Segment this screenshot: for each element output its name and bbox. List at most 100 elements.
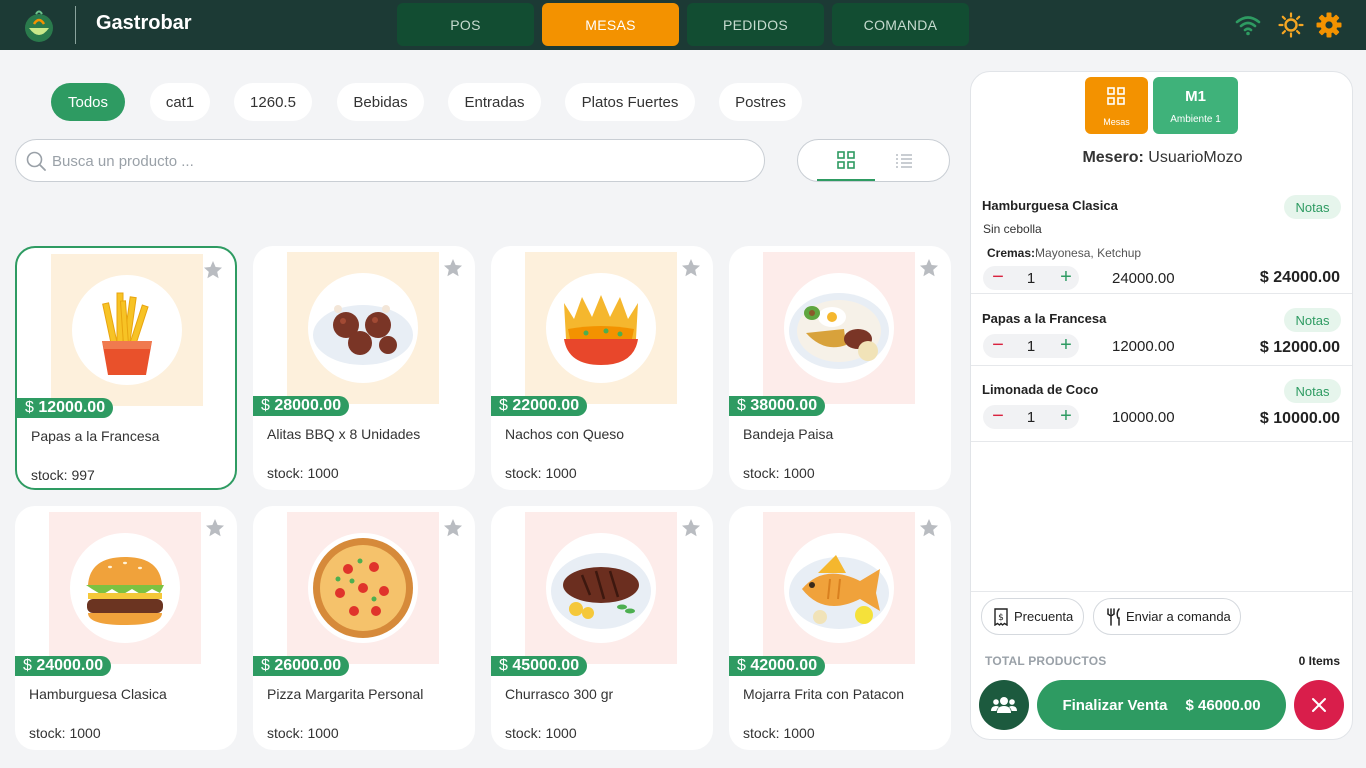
finalize-sale-label: Finalizar Venta <box>1062 696 1168 714</box>
product-price: $ 28000.00 <box>253 396 350 416</box>
order-item-unit-price: 24000.00 <box>1112 270 1175 287</box>
order-panel: Mesas M1 Ambiente 1 Mesero: UsuarioMozo … <box>970 71 1353 740</box>
favorite-star-icon[interactable] <box>443 258 463 278</box>
waiter-name: UsuarioMozo <box>1148 149 1243 166</box>
product-name: Nachos con Queso <box>505 426 625 442</box>
decrease-quantity-button[interactable]: − <box>989 334 1007 358</box>
quantity-stepper: − 1 + <box>983 266 1079 290</box>
decrease-quantity-button[interactable]: − <box>989 405 1007 429</box>
category-cat1[interactable]: cat1 <box>150 83 210 121</box>
product-card[interactable]: $ 45000.00 Churrasco 300 gr stock: 1000 <box>491 506 713 750</box>
table-environment: Ambiente 1 <box>1170 114 1221 125</box>
nav-tab-comanda[interactable]: COMANDA <box>832 3 969 46</box>
gear-icon[interactable] <box>1316 12 1342 38</box>
product-image <box>308 273 418 383</box>
product-image <box>546 533 656 643</box>
order-item-cremas: Cremas:Mayonesa, Ketchup <box>987 246 1142 260</box>
favorite-star-icon[interactable] <box>203 260 223 280</box>
category-bebidas[interactable]: Bebidas <box>337 83 424 121</box>
favorite-star-icon[interactable] <box>919 258 939 278</box>
send-to-kitchen-button[interactable]: Enviar a comanda <box>1093 598 1241 635</box>
product-card[interactable]: $ 24000.00 Hamburguesa Clasica stock: 10… <box>15 506 237 750</box>
product-card[interactable]: $ 28000.00 Alitas BBQ x 8 Unidades stock… <box>253 246 475 490</box>
product-name: Churrasco 300 gr <box>505 686 614 702</box>
precuenta-button[interactable]: $ Precuenta <box>981 598 1084 635</box>
product-stock: stock: 1000 <box>267 725 339 741</box>
top-bar: Gastrobar POS MESAS PEDIDOS COMANDA <box>0 0 1366 50</box>
product-price: $ 12000.00 <box>17 398 114 418</box>
product-price: $ 45000.00 <box>491 656 588 676</box>
mesas-button[interactable]: Mesas <box>1085 77 1148 134</box>
product-image <box>72 275 182 385</box>
logo-divider <box>75 6 76 44</box>
table-selector-button[interactable]: M1 Ambiente 1 <box>1153 77 1238 134</box>
product-card[interactable]: $ 38000.00 Bandeja Paisa stock: 1000 <box>729 246 951 490</box>
category-1260-5[interactable]: 1260.5 <box>234 83 312 121</box>
category-platos-fuertes[interactable]: Platos Fuertes <box>565 83 695 121</box>
waiter-label: Mesero: <box>1082 149 1144 166</box>
nav-tab-mesas[interactable]: MESAS <box>542 3 679 46</box>
product-stock: stock: 1000 <box>29 725 101 741</box>
search-input[interactable] <box>52 148 742 174</box>
nachos-icon <box>564 295 638 365</box>
svg-text:$: $ <box>998 613 1004 623</box>
increase-quantity-button[interactable]: + <box>1057 266 1075 290</box>
cancel-order-button[interactable] <box>1294 680 1344 730</box>
list-icon <box>896 153 912 168</box>
customers-button[interactable] <box>979 680 1029 730</box>
notes-button[interactable]: Notas <box>1284 308 1341 332</box>
product-stock: stock: 997 <box>31 467 95 483</box>
product-image-bg <box>287 252 439 404</box>
product-card[interactable]: $ 26000.00 Pizza Margarita Personal stoc… <box>253 506 475 750</box>
category-postres[interactable]: Postres <box>719 83 802 121</box>
brand-name: Gastrobar <box>96 12 192 34</box>
product-stock: stock: 1000 <box>743 725 815 741</box>
quantity-value: 1 <box>1026 270 1036 287</box>
category-todos[interactable]: Todos <box>51 83 125 121</box>
product-price: $ 42000.00 <box>729 656 826 676</box>
favorite-star-icon[interactable] <box>681 258 701 278</box>
category-entradas[interactable]: Entradas <box>448 83 541 121</box>
notes-button[interactable]: Notas <box>1284 379 1341 403</box>
product-stock: stock: 1000 <box>267 465 339 481</box>
precuenta-label: Precuenta <box>1014 609 1074 624</box>
sun-icon[interactable] <box>1278 12 1304 38</box>
fries-icon <box>102 292 152 375</box>
wifi-icon[interactable] <box>1235 12 1261 38</box>
decrease-quantity-button[interactable]: − <box>989 266 1007 290</box>
table-code: M1 <box>1185 88 1206 105</box>
pizza-icon <box>313 538 413 638</box>
order-item-total: $ 10000.00 <box>1259 410 1340 427</box>
favorite-star-icon[interactable] <box>443 518 463 538</box>
favorite-star-icon[interactable] <box>205 518 225 538</box>
nav-tab-pedidos[interactable]: PEDIDOS <box>687 3 824 46</box>
utensils-icon <box>1107 607 1120 626</box>
product-image-bg <box>763 252 915 404</box>
order-item: Hamburguesa Clasica Notas Sin cebolla Cr… <box>971 188 1352 294</box>
quantity-stepper: − 1 + <box>983 405 1079 429</box>
product-image-bg <box>763 512 915 664</box>
total-products-label: TOTAL PRODUCTOS <box>985 654 1107 668</box>
list-view-button[interactable] <box>875 140 933 181</box>
quantity-value: 1 <box>1026 409 1036 426</box>
nav-tab-pos[interactable]: POS <box>397 3 534 46</box>
logo-icon <box>25 10 53 42</box>
finalize-sale-amount: $ 46000.00 <box>1185 696 1261 714</box>
grid-view-button[interactable] <box>817 140 875 181</box>
favorite-star-icon[interactable] <box>681 518 701 538</box>
fish-icon <box>789 555 889 629</box>
product-name: Alitas BBQ x 8 Unidades <box>267 426 421 442</box>
send-to-kitchen-label: Enviar a comanda <box>1126 609 1231 624</box>
finalize-sale-button[interactable]: Finalizar Venta $ 46000.00 <box>1037 680 1286 730</box>
order-item: Limonada de Coco Notas − 1 + 10000.00 $ … <box>971 367 1352 442</box>
product-card[interactable]: $ 22000.00 Nachos con Queso stock: 1000 <box>491 246 713 490</box>
order-item-name: Limonada de Coco <box>982 382 1099 397</box>
product-image <box>784 533 894 643</box>
product-image <box>784 273 894 383</box>
product-card[interactable]: $ 42000.00 Mojarra Frita con Patacon sto… <box>729 506 951 750</box>
favorite-star-icon[interactable] <box>919 518 939 538</box>
product-card[interactable]: $ 12000.00 Papas a la Francesa stock: 99… <box>15 246 237 490</box>
increase-quantity-button[interactable]: + <box>1057 334 1075 358</box>
notes-button[interactable]: Notas <box>1284 195 1341 219</box>
increase-quantity-button[interactable]: + <box>1057 405 1075 429</box>
